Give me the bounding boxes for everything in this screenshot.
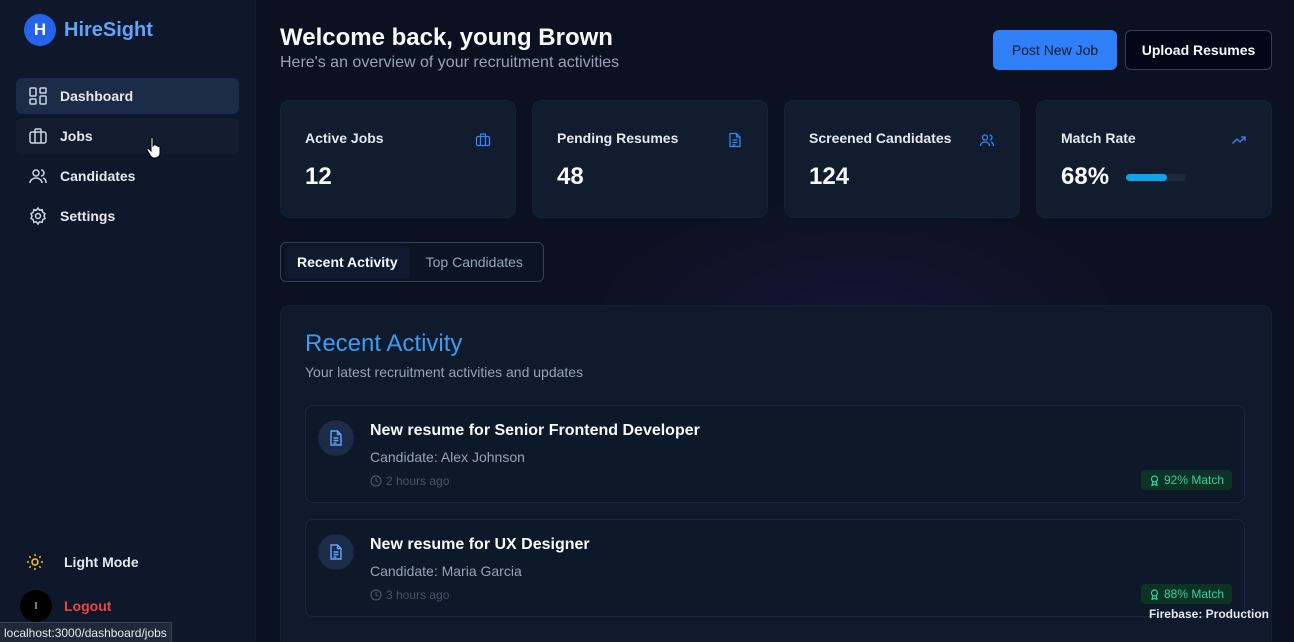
stat-title: Match Rate [1061, 130, 1136, 146]
activity-time-text: 3 hours ago [386, 588, 450, 602]
briefcase-icon [29, 128, 47, 144]
sidebar-item-settings[interactable]: Settings [16, 198, 239, 234]
sidebar-item-label: Candidates [60, 168, 136, 184]
stat-card-active-jobs: Active Jobs 12 [280, 100, 516, 218]
sidebar: H HireSight Dashboard Jobs Candidates Se… [0, 0, 256, 642]
page-subtitle: Here's an overview of your recruitment a… [280, 54, 620, 71]
document-icon [330, 544, 342, 560]
activity-title: New resume for Senior Frontend Developer [370, 422, 700, 439]
logout-row[interactable]: I Logout [20, 590, 111, 622]
activity-item[interactable]: New resume for Senior Frontend Developer… [305, 405, 1245, 503]
match-badge-text: 88% Match [1163, 587, 1224, 601]
dashboard-icon [29, 87, 47, 105]
activity-time-text: 2 hours ago [386, 474, 450, 488]
post-new-job-button[interactable]: Post New Job [993, 30, 1117, 70]
stat-card-pending-resumes: Pending Resumes 48 [532, 100, 768, 218]
activity-candidate: Candidate: Alex Johnson [370, 449, 525, 465]
users-icon [29, 169, 47, 184]
clock-icon [370, 475, 382, 487]
sidebar-item-label: Jobs [60, 128, 93, 144]
tab-top-candidates[interactable]: Top Candidates [414, 246, 535, 278]
activity-candidate: Candidate: Maria Garcia [370, 563, 522, 579]
brand-name: HireSight [64, 18, 153, 41]
activity-icon-wrapper [318, 534, 354, 570]
status-bar-url: localhost:3000/dashboard/jobs [0, 622, 172, 642]
briefcase-icon [475, 133, 491, 147]
activity-time: 2 hours ago [370, 474, 449, 488]
document-icon [330, 430, 342, 446]
tab-recent-activity[interactable]: Recent Activity [285, 246, 410, 278]
brand-logo: H [24, 14, 56, 46]
main-content: Welcome back, young Brown Here's an over… [256, 0, 1294, 642]
match-badge: 92% Match [1140, 470, 1232, 490]
sidebar-item-label: Dashboard [60, 88, 134, 104]
match-badge-text: 92% Match [1163, 473, 1224, 487]
activity-item[interactable]: New resume for UX Designer Candidate: Ma… [305, 519, 1245, 617]
trending-up-icon [1232, 136, 1246, 144]
stat-value: 12 [305, 163, 332, 190]
sidebar-item-candidates[interactable]: Candidates [16, 158, 239, 194]
page-title: Welcome back, young Brown [280, 24, 613, 51]
users-icon [979, 134, 995, 147]
stat-title: Pending Resumes [557, 130, 679, 146]
stat-value: 48 [557, 163, 584, 190]
stat-value: 68% [1061, 163, 1110, 190]
match-rate-progress-fill [1126, 174, 1167, 181]
stat-title: Active Jobs [305, 130, 384, 146]
environment-label: Firebase: Production [1148, 607, 1269, 621]
clock-icon [370, 589, 382, 601]
activity-tabs: Recent Activity Top Candidates [280, 242, 544, 282]
sidebar-item-jobs[interactable]: Jobs [16, 118, 239, 154]
sidebar-item-label: Settings [60, 208, 116, 224]
brand[interactable]: H HireSight [24, 14, 153, 46]
welcome-header: Welcome back, young Brown Here's an over… [280, 24, 619, 72]
match-badge: 88% Match [1140, 584, 1232, 604]
avatar[interactable]: I [20, 590, 52, 622]
activity-icon-wrapper [318, 420, 354, 456]
recent-activity-panel: Recent Activity Your latest recruitment … [280, 305, 1272, 642]
activity-title: New resume for UX Designer [370, 536, 590, 553]
stat-title: Screened Candidates [809, 130, 952, 146]
logout-button[interactable]: Logout [64, 598, 111, 614]
document-icon [729, 132, 741, 148]
sun-icon [27, 554, 43, 570]
activity-time: 3 hours ago [370, 588, 449, 602]
panel-subtitle: Your latest recruitment activities and u… [305, 364, 584, 380]
light-mode-toggle[interactable]: Light Mode [26, 553, 139, 571]
light-mode-label: Light Mode [64, 554, 139, 570]
gear-icon [30, 206, 46, 226]
award-icon [1150, 588, 1159, 600]
upload-resumes-button[interactable]: Upload Resumes [1125, 30, 1272, 70]
match-rate-progress [1126, 174, 1186, 181]
sidebar-item-dashboard[interactable]: Dashboard [16, 78, 239, 114]
sidebar-nav: Dashboard Jobs Candidates Settings [16, 78, 239, 238]
panel-title: Recent Activity [305, 330, 463, 357]
stat-card-match-rate: Match Rate 68% [1036, 100, 1272, 218]
award-icon [1150, 474, 1159, 486]
stat-card-screened-candidates: Screened Candidates 124 [784, 100, 1020, 218]
hand-cursor-icon [146, 136, 161, 159]
stat-value: 124 [809, 163, 850, 190]
